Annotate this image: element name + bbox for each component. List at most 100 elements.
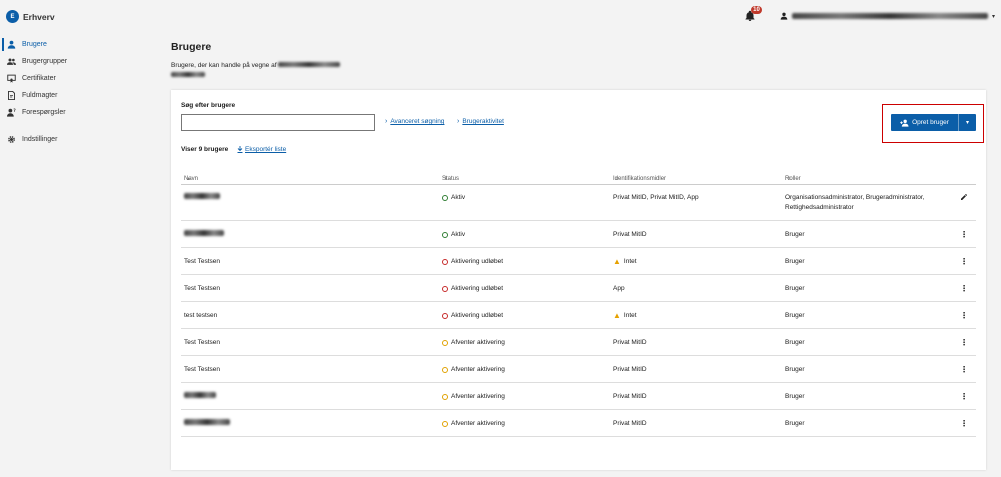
sort-icon: ⇕ (787, 176, 792, 182)
search-label: Søg efter brugere (181, 102, 236, 109)
user-name-cell: Test Testsen (184, 339, 221, 346)
export-list-link[interactable]: Eksportér liste (237, 146, 286, 153)
more-options-icon[interactable]: ⋮ (959, 392, 969, 402)
roles-cell: Bruger (785, 339, 805, 346)
identification-text: App (613, 285, 625, 292)
status-cell: Aktivering udløbet (442, 284, 503, 294)
header-id-label: Identifikationsmidler (613, 176, 667, 182)
status-cell: Aktiv (442, 193, 465, 203)
table-row[interactable]: Aktiv Privat MitID Bruger ⋮ (181, 221, 976, 248)
search-input[interactable] (181, 114, 375, 131)
more-options-icon[interactable]: ⋮ (959, 257, 969, 267)
warning-icon: ▲ (613, 257, 621, 266)
sidebar-item-fuldmagter[interactable]: Fuldmagter (0, 87, 150, 104)
status-cell: Afventer aktivering (442, 365, 505, 375)
more-options-icon[interactable]: ⋮ (959, 419, 969, 429)
roles-cell: Bruger (785, 366, 805, 373)
table-row[interactable]: Afventer aktivering Privat MitID Bruger … (181, 383, 976, 410)
status-dot-icon (442, 313, 448, 319)
organisation-name-redacted (278, 62, 341, 67)
app-logo[interactable]: E Erhverv (6, 10, 55, 23)
table-header: Navn ▲ Status ⇕ Identifikationsmidler ⇕ Rol… (181, 170, 976, 185)
create-user-dropdown[interactable]: ▾ (958, 114, 976, 131)
identification-cell: Privat MitID (613, 365, 647, 375)
sidebar: Brugere Brugergrupper Certifikater Fuldm… (0, 36, 150, 148)
notification-badge: 10 (751, 6, 762, 14)
status-text: Aktivering udløbet (451, 285, 504, 292)
page-title: Brugere (171, 41, 212, 53)
logo-icon: E (6, 10, 19, 23)
sidebar-item-brugergrupper[interactable]: Brugergrupper (0, 53, 150, 70)
certificate-icon (7, 74, 16, 83)
roles-cell: Bruger (785, 393, 805, 400)
more-options-icon[interactable]: ⋮ (959, 230, 969, 240)
identification-cell: ▲ Intet (613, 257, 637, 267)
advanced-search-label: Avanceret søgning (390, 118, 445, 125)
create-user-button[interactable]: Opret bruger (891, 119, 958, 127)
more-options-icon[interactable]: ⋮ (959, 284, 969, 294)
sidebar-item-certifikater[interactable]: Certifikater (0, 70, 150, 87)
sidebar-item-label: Brugere (22, 41, 47, 48)
user-name-cell: Test Testsen (184, 366, 221, 373)
identification-text: Intet (623, 258, 637, 265)
gear-icon (8, 136, 15, 143)
identification-cell: Privat MitID (613, 338, 647, 348)
status-cell: Afventer aktivering (442, 338, 505, 348)
identification-text: Privat MitID (613, 339, 647, 346)
table-row[interactable]: Test Testsen Afventer aktivering Privat … (181, 356, 976, 383)
user-question-icon: ? (7, 108, 16, 117)
document-icon (8, 91, 15, 100)
identification-text: Privat MitID, Privat MitID, App (613, 194, 699, 201)
svg-text:?: ? (13, 108, 16, 113)
advanced-search-link[interactable]: › Avanceret søgning (385, 118, 444, 125)
table-row[interactable]: Test Testsen Aktivering udløbet App Brug… (181, 275, 976, 302)
table-body: Aktiv Privat MitID, Privat MitID, App Or… (181, 185, 976, 437)
status-dot-icon (442, 259, 448, 265)
more-options-icon[interactable]: ⋮ (959, 338, 969, 348)
warning-icon: ▲ (613, 311, 621, 320)
roles-cell: Organisationsadministrator, Brugeradmini… (785, 194, 925, 211)
identification-cell: Privat MitID (613, 392, 647, 402)
user-name-redacted (184, 392, 216, 398)
user-activity-link[interactable]: › Brugeraktivitet (457, 118, 504, 125)
sidebar-item-brugere[interactable]: Brugere (0, 36, 150, 53)
identification-cell: ▲ Intet (613, 311, 637, 321)
page-subtitle: Brugere, der kan handle på vegne af (171, 61, 341, 81)
user-icon (780, 12, 788, 20)
user-name-cell: Test Testsen (184, 258, 221, 265)
identification-text: Privat MitID (613, 231, 647, 238)
table-row[interactable]: Test Testsen Afventer aktivering Privat … (181, 329, 976, 356)
create-user-button-group: Opret bruger ▾ (891, 114, 976, 131)
user-menu[interactable]: ▾ (780, 12, 995, 20)
table-row[interactable]: Aktiv Privat MitID, Privat MitID, App Or… (181, 185, 976, 221)
roles-cell: Bruger (785, 285, 805, 292)
sidebar-item-indstillinger[interactable]: Indstillinger (0, 131, 150, 148)
user-name-cell (184, 419, 230, 429)
download-icon (237, 146, 243, 153)
chevron-down-icon: ▾ (992, 13, 996, 20)
users-icon (7, 58, 16, 65)
app-name: Erhverv (23, 11, 55, 22)
subtitle-text: Brugere, der kan handle på vegne af (171, 62, 277, 69)
table-row[interactable]: test testsen Aktivering udløbet ▲ Intet B… (181, 302, 976, 329)
edit-icon[interactable] (959, 193, 969, 204)
users-card: Søg efter brugere › Avanceret søgning › … (171, 90, 986, 470)
status-text: Aktivering udløbet (451, 312, 504, 319)
more-options-icon[interactable]: ⋮ (959, 365, 969, 375)
table-row[interactable]: Test Testsen Aktivering udløbet ▲ Intet B… (181, 248, 976, 275)
table-row[interactable]: Afventer aktivering Privat MitID Bruger … (181, 410, 976, 437)
user-name-cell (184, 392, 216, 402)
user-name-redacted (184, 193, 220, 199)
sidebar-item-label: Forespørgsler (22, 109, 66, 116)
user-name-redacted (792, 13, 988, 19)
sidebar-item-label: Indstillinger (22, 136, 58, 143)
more-options-icon[interactable]: ⋮ (959, 311, 969, 321)
roles-cell: Bruger (785, 312, 805, 319)
status-dot-icon (442, 367, 448, 373)
chevron-right-icon: › (457, 118, 460, 125)
user-name-cell (184, 230, 224, 240)
cvr-number-redacted (171, 72, 205, 77)
sidebar-item-foresporgsler[interactable]: ? Forespørgsler (0, 104, 150, 121)
sidebar-item-label: Fuldmagter (22, 92, 58, 99)
